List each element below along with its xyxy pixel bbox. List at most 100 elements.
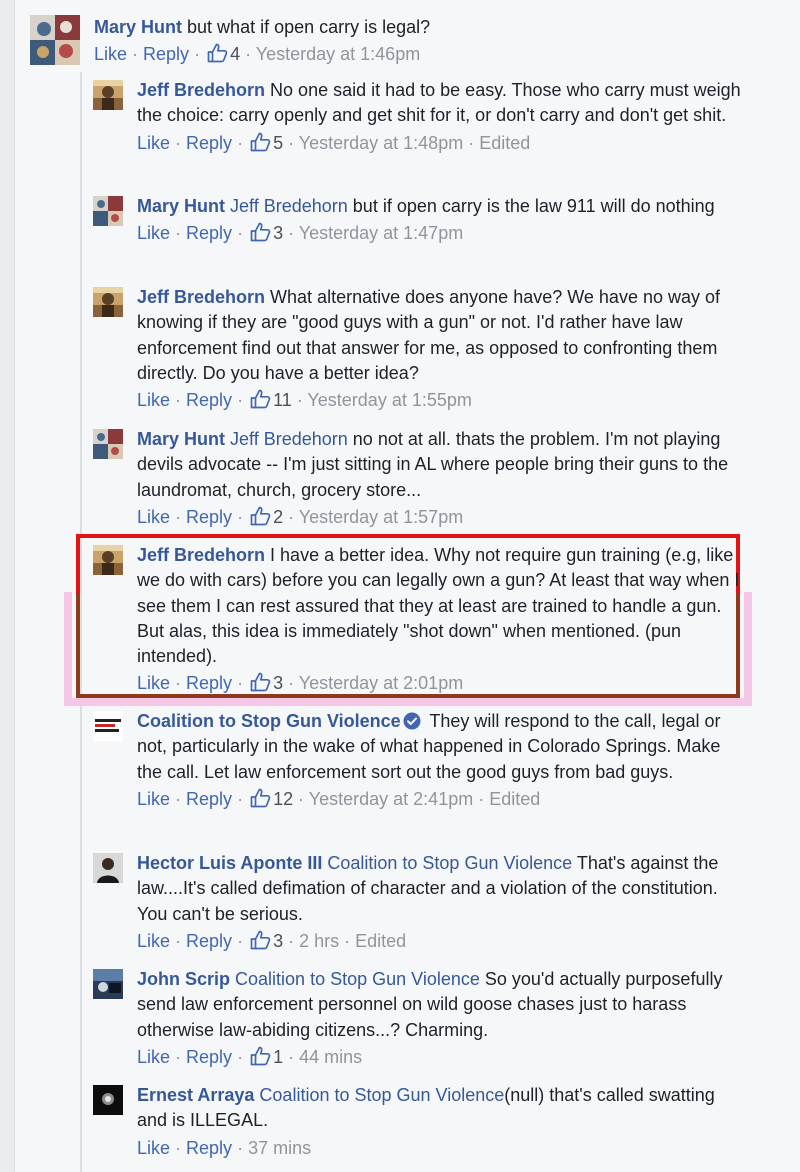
mention-link[interactable]: Jeff Bredehorn <box>230 429 348 449</box>
comment-text: Coalition to Stop Gun Violence They will… <box>137 709 747 785</box>
comment-thread: Mary Hunt but what if open carry is lega… <box>0 0 800 1172</box>
comment-actions: Like · Reply · 4 · Yesterday at 1:46pm <box>94 43 421 65</box>
timestamp-link[interactable]: Yesterday at 1:48pm <box>299 133 463 153</box>
john-scrip-avatar[interactable] <box>93 969 123 999</box>
timestamp-link[interactable]: Yesterday at 1:57pm <box>299 507 463 527</box>
comment-text: Mary Hunt Jeff Bredehorn no not at all. … <box>137 427 747 503</box>
like-thumb-icon <box>250 506 271 526</box>
like-link[interactable]: Like <box>137 133 170 153</box>
comment-message: no not at all. thats the problem. I'm no… <box>137 429 729 500</box>
timestamp-link[interactable]: 44 mins <box>299 1047 362 1067</box>
comment-author[interactable]: Mary Hunt <box>137 429 225 449</box>
like-link[interactable]: Like <box>137 931 170 951</box>
like-thumb-icon <box>250 222 271 242</box>
like-thumb-icon <box>250 788 271 808</box>
like-link[interactable]: Like <box>137 507 170 527</box>
like-count: 2 <box>273 506 284 527</box>
comment-text: Jeff Bredehorn No one said it had to be … <box>137 78 747 129</box>
comment-author[interactable]: Jeff Bredehorn <box>137 287 265 307</box>
comment-text: Mary Hunt but what if open carry is lega… <box>94 15 704 40</box>
like-link[interactable]: Like <box>137 390 170 410</box>
comment-text: John Scrip Coalition to Stop Gun Violenc… <box>137 967 747 1043</box>
edited-link[interactable]: Edited <box>355 931 406 951</box>
like-link[interactable]: Like <box>137 1138 170 1158</box>
hector-luis-aponte-avatar[interactable] <box>93 853 123 883</box>
comment-message: but what if open carry is legal? <box>187 17 431 37</box>
comment-actions: Like · Reply · 37 mins <box>137 1137 312 1158</box>
like-count: 5 <box>273 132 284 153</box>
comment-actions: Like · Reply · 5 · Yesterday at 1:48pm ·… <box>137 132 531 153</box>
mention-link[interactable]: Jeff Bredehorn <box>230 196 348 216</box>
timestamp-link[interactable]: Yesterday at 2:41pm <box>309 789 473 809</box>
comment-actions: Like · Reply · 3 · 2 hrs · Edited <box>137 930 407 951</box>
like-thumb-icon <box>250 930 271 950</box>
mention-link[interactable]: Coalition to Stop Gun Violence <box>259 1085 504 1105</box>
edited-link[interactable]: Edited <box>489 789 540 809</box>
like-thumb-icon <box>250 389 271 409</box>
like-count: 4 <box>230 44 241 65</box>
jeff-bredehorn-avatar[interactable] <box>93 287 123 317</box>
comment-text: Jeff Bredehorn What alternative does any… <box>137 285 747 386</box>
comment-author[interactable]: Mary Hunt <box>137 196 225 216</box>
like-count: 1 <box>273 1046 284 1067</box>
mention-link[interactable]: Coalition to Stop Gun Violence <box>235 969 480 989</box>
mary-hunt-avatar[interactable] <box>93 196 123 226</box>
comment-author[interactable]: Jeff Bredehorn <box>137 545 265 565</box>
timestamp-link[interactable]: Yesterday at 2:01pm <box>299 673 463 693</box>
reply-link[interactable]: Reply <box>143 44 189 64</box>
like-link[interactable]: Like <box>137 673 170 693</box>
comment-author[interactable]: Mary Hunt <box>94 17 182 37</box>
like-count: 3 <box>273 930 284 951</box>
like-thumb-icon <box>250 672 271 692</box>
comment-text: Hector Luis Aponte III Coalition to Stop… <box>137 851 747 927</box>
comment-author[interactable]: Coalition to Stop Gun Violence <box>137 711 401 731</box>
comment-actions: Like · Reply · 11 · Yesterday at 1:55pm <box>137 389 472 411</box>
comment-actions: Like · Reply · 12 · Yesterday at 2:41pm … <box>137 788 541 809</box>
comment-actions: Like · Reply · 3 · Yesterday at 1:47pm <box>137 222 464 244</box>
comment-message: but if open carry is the law 911 will do… <box>352 196 715 216</box>
mary-hunt-avatar[interactable] <box>30 15 80 65</box>
jeff-bredehorn-avatar[interactable] <box>93 80 123 110</box>
mention-link[interactable]: Coalition to Stop Gun Violence <box>327 853 572 873</box>
edited-link[interactable]: Edited <box>479 133 530 153</box>
mary-hunt-avatar[interactable] <box>93 429 123 459</box>
reply-link[interactable]: Reply <box>186 789 232 809</box>
reply-link[interactable]: Reply <box>186 133 232 153</box>
reply-link[interactable]: Reply <box>186 1047 232 1067</box>
like-count: 3 <box>273 673 284 694</box>
timestamp-link[interactable]: 37 mins <box>248 1138 311 1158</box>
comment-actions: Like · Reply · 2 · Yesterday at 1:57pm <box>137 506 464 527</box>
like-thumb-icon <box>207 43 228 63</box>
comment-text: Jeff Bredehorn I have a better idea. Why… <box>137 543 747 669</box>
coalition-logo-avatar[interactable] <box>93 711 123 741</box>
like-thumb-icon <box>250 132 271 152</box>
reply-link[interactable]: Reply <box>186 507 232 527</box>
comment-actions: Like · Reply · 3 · Yesterday at 2:01pm <box>137 672 464 694</box>
reply-link[interactable]: Reply <box>186 390 232 410</box>
like-link[interactable]: Like <box>137 1047 170 1067</box>
like-thumb-icon <box>250 1046 271 1066</box>
reply-link[interactable]: Reply <box>186 1138 232 1158</box>
like-count: 11 <box>273 390 292 411</box>
comment-text: Mary Hunt Jeff Bredehorn but if open car… <box>137 194 747 219</box>
timestamp-link[interactable]: Yesterday at 1:46pm <box>256 44 420 64</box>
comment-author[interactable]: Jeff Bredehorn <box>137 80 265 100</box>
like-link[interactable]: Like <box>137 223 170 243</box>
timestamp-link[interactable]: 2 hrs <box>299 931 339 951</box>
jeff-bredehorn-avatar[interactable] <box>93 545 123 575</box>
comment-author[interactable]: John Scrip <box>137 969 230 989</box>
highlight-edge-left <box>76 594 80 698</box>
timestamp-link[interactable]: Yesterday at 1:47pm <box>299 223 463 243</box>
comment-text: Ernest Arraya Coalition to Stop Gun Viol… <box>137 1083 747 1134</box>
comment-author[interactable]: Ernest Arraya <box>137 1085 254 1105</box>
comment-author[interactable]: Hector Luis Aponte III <box>137 853 322 873</box>
timestamp-link[interactable]: Yesterday at 1:55pm <box>307 390 471 410</box>
reply-link[interactable]: Reply <box>186 673 232 693</box>
like-link[interactable]: Like <box>137 789 170 809</box>
reply-link[interactable]: Reply <box>186 931 232 951</box>
ernest-arraya-avatar[interactable] <box>93 1085 123 1115</box>
like-count: 3 <box>273 223 284 244</box>
verified-badge-icon <box>403 712 421 730</box>
like-link[interactable]: Like <box>94 44 127 64</box>
reply-link[interactable]: Reply <box>186 223 232 243</box>
